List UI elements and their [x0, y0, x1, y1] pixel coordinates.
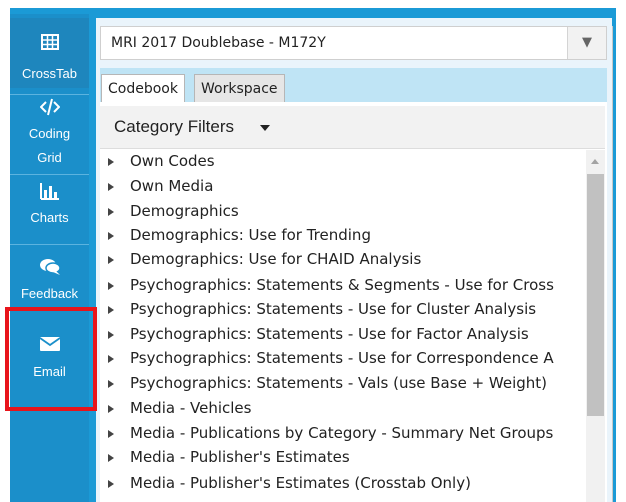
expand-arrow-icon[interactable] — [108, 306, 114, 314]
expand-arrow-icon[interactable] — [108, 331, 114, 339]
expand-arrow-icon[interactable] — [108, 480, 114, 488]
sidebar-item-label: CrossTab — [22, 66, 77, 81]
tree-item[interactable]: Media - Vehicles — [100, 397, 586, 421]
expand-arrow-icon[interactable] — [108, 282, 114, 290]
tree-item-label: Psychographics: Statements - Use for Cor… — [130, 349, 554, 367]
dataset-select[interactable]: MRI 2017 Doublebase - M172Y ▼ — [100, 26, 607, 60]
chat-icon — [39, 259, 61, 275]
sidebar-divider — [10, 310, 89, 311]
sidebar: CrossTab Coding Grid Charts Feedback Ema… — [10, 14, 89, 502]
expand-arrow-icon[interactable] — [108, 208, 114, 216]
bar-chart-icon — [39, 183, 59, 200]
tree-item[interactable]: Psychographics: Statements - Use for Clu… — [100, 298, 586, 322]
tree-item[interactable]: Demographics — [100, 200, 586, 224]
sidebar-item-label-line1: Coding — [28, 126, 71, 141]
expand-arrow-icon[interactable] — [108, 158, 114, 166]
sidebar-item-feedback[interactable]: Feedback — [10, 252, 89, 308]
sidebar-item-coding-grid[interactable]: Coding Grid — [10, 96, 89, 166]
sidebar-item-charts[interactable]: Charts — [10, 178, 89, 248]
tree-item[interactable]: Own Codes — [100, 150, 586, 174]
expand-arrow-icon[interactable] — [108, 183, 114, 191]
sidebar-divider — [10, 244, 89, 245]
tree-item[interactable]: Psychographics: Statements - Use for Cor… — [100, 347, 586, 371]
expand-arrow-icon[interactable] — [108, 355, 114, 363]
tab-workspace[interactable]: Workspace — [194, 74, 285, 102]
sidebar-item-crosstab[interactable]: CrossTab — [10, 18, 89, 88]
expand-arrow-icon[interactable] — [108, 256, 114, 264]
tree-item-label: Demographics: Use for Trending — [130, 226, 371, 244]
panel-border — [612, 26, 613, 502]
sidebar-item-label: Charts — [30, 210, 69, 225]
tree-item[interactable]: Own Media — [100, 175, 586, 199]
tab-label: Codebook — [108, 81, 178, 97]
tree-item[interactable]: Psychographics: Statements & Segments - … — [100, 274, 586, 298]
tree-item-label: Demographics — [130, 202, 239, 220]
tree-item-label: Psychographics: Statements & Segments - … — [130, 276, 554, 294]
caret-down-icon: ▼ — [582, 35, 592, 50]
scroll-up-arrow-icon[interactable] — [591, 159, 599, 164]
category-filters-label: Category Filters — [114, 117, 234, 136]
tab-label: Workspace — [201, 81, 278, 97]
tree-item[interactable]: Media - Publisher's Estimates (Crosstab … — [100, 472, 586, 496]
category-filters-button[interactable]: Category Filters — [100, 106, 605, 149]
sidebar-item-email[interactable]: Email — [10, 326, 89, 406]
sidebar-item-label-line2: Grid — [37, 150, 62, 165]
sidebar-divider — [10, 174, 89, 175]
tree-item-label: Psychographics: Statements - Use for Fac… — [130, 325, 529, 343]
tree-item[interactable]: Psychographics: Statements - Use for Fac… — [100, 323, 586, 347]
tree-item-label: Own Codes — [130, 152, 215, 170]
expand-arrow-icon[interactable] — [108, 430, 114, 438]
table-icon — [40, 34, 59, 50]
expand-arrow-icon[interactable] — [108, 380, 114, 388]
caret-down-icon — [260, 125, 270, 131]
tree-item-label: Demographics: Use for CHAID Analysis — [130, 250, 422, 268]
code-icon — [39, 98, 60, 116]
category-tree: Own Codes Own Media Demographics Demogra… — [100, 150, 586, 502]
expand-arrow-icon[interactable] — [108, 454, 114, 462]
tree-item[interactable]: Psychographics: Statements - Vals (use B… — [100, 372, 586, 396]
right-edge — [616, 8, 626, 502]
sidebar-item-label: Email — [33, 364, 66, 379]
sidebar-divider — [10, 94, 89, 95]
tree-item[interactable]: Demographics: Use for Trending — [100, 224, 586, 248]
tree-item-label: Media - Publisher's Estimates (Crosstab … — [130, 474, 471, 492]
tree-item[interactable]: Media - Publications by Category - Summa… — [100, 422, 586, 446]
tree-item-label: Psychographics: Statements - Vals (use B… — [130, 374, 548, 392]
dataset-dropdown-button[interactable]: ▼ — [567, 27, 606, 59]
tree-item[interactable]: Demographics: Use for CHAID Analysis — [100, 248, 586, 272]
tree-item-label: Media - Publisher's Estimates — [130, 448, 350, 466]
dataset-value: MRI 2017 Doublebase - M172Y — [111, 35, 326, 51]
envelope-icon — [38, 337, 61, 351]
tree-item[interactable]: Media - Publisher's Estimates — [100, 446, 586, 470]
scrollbar-thumb[interactable] — [587, 174, 604, 416]
expand-arrow-icon[interactable] — [108, 232, 114, 240]
sidebar-item-label: Feedback — [20, 286, 79, 301]
tab-codebook[interactable]: Codebook — [101, 74, 185, 102]
tree-item-label: Psychographics: Statements - Use for Clu… — [130, 300, 537, 318]
tree-item-label: Own Media — [130, 177, 214, 195]
tree-item-label: Media - Publications by Category - Summa… — [130, 424, 554, 442]
expand-arrow-icon[interactable] — [108, 405, 114, 413]
tree-item-label: Media - Vehicles — [130, 399, 252, 417]
